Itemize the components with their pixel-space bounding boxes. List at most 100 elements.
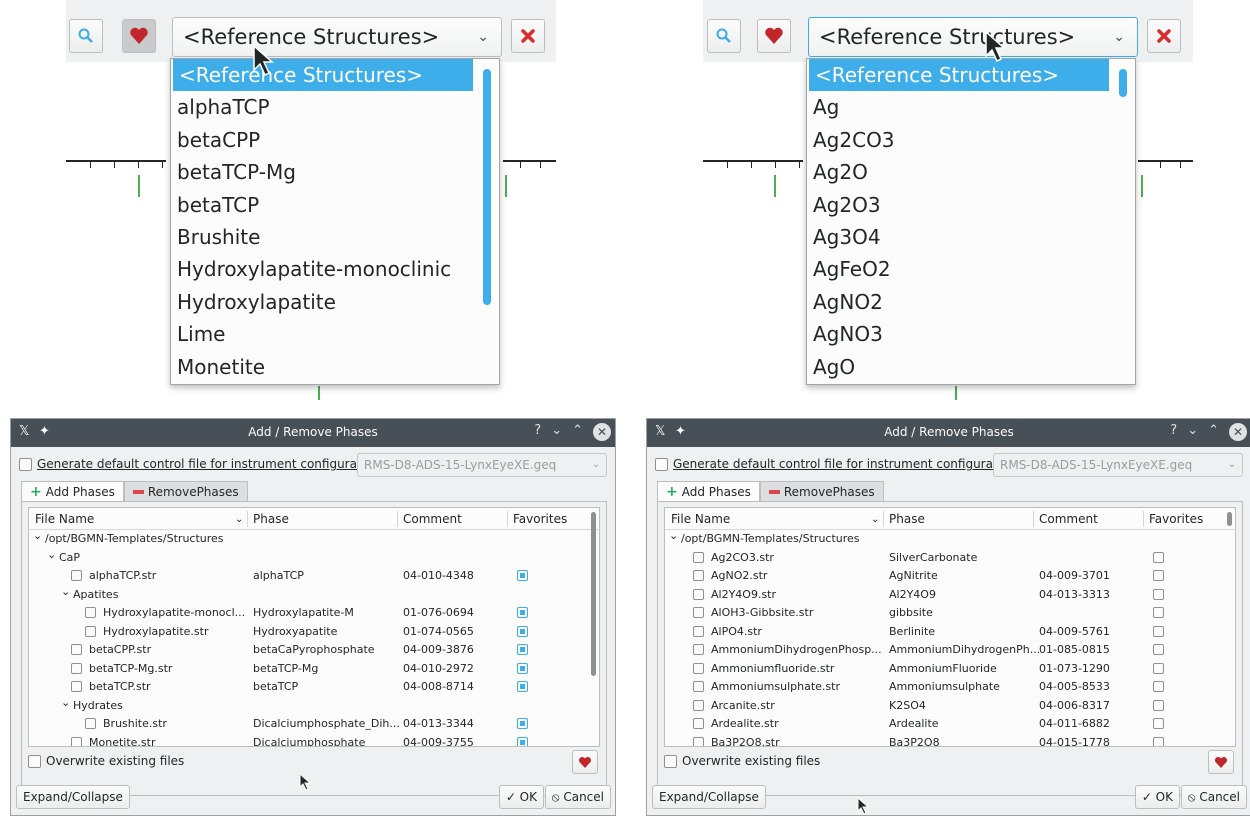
- right-favorites-button[interactable]: [757, 19, 791, 53]
- row-checkbox[interactable]: [71, 644, 82, 655]
- dropdown-item[interactable]: Ag2O: [807, 156, 1135, 188]
- left-favorites-button[interactable]: [122, 19, 156, 53]
- favorite-checkbox[interactable]: [517, 681, 528, 692]
- dropdown-item[interactable]: AgO: [807, 351, 1135, 383]
- table-row[interactable]: betaCPP.str betaCaPyrophosphate 04-009-387…: [29, 641, 599, 660]
- row-checkbox[interactable]: [693, 681, 704, 692]
- tab-remove-phases[interactable]: RemovePhases: [759, 481, 884, 501]
- row-checkbox[interactable]: [71, 736, 82, 746]
- row-checkbox[interactable]: [693, 718, 704, 729]
- overwrite-checkbox[interactable]: [664, 754, 677, 768]
- structures-tree[interactable]: File Name ⌄ Phase Comment Favorites ⌄/op…: [28, 507, 600, 747]
- row-checkbox[interactable]: [693, 551, 704, 563]
- row-checkbox[interactable]: [71, 662, 82, 674]
- row-checkbox[interactable]: [693, 625, 704, 637]
- table-row[interactable]: Arcanite.str K2SO4 04-006-8317: [665, 697, 1235, 716]
- tab-add-phases[interactable]: + Add Phases: [21, 481, 124, 501]
- ok-button[interactable]: ✓ OK: [1134, 785, 1180, 809]
- dropdown-item[interactable]: <Reference Structures>: [173, 59, 473, 92]
- row-checkbox[interactable]: [693, 736, 704, 746]
- favorite-checkbox[interactable]: [1153, 699, 1164, 711]
- table-row[interactable]: Monetite.str Dicalciumphosphate 04-009-375…: [29, 734, 599, 746]
- left-search-button[interactable]: [69, 19, 103, 53]
- table-row[interactable]: Brushite.str Dicalciumphosphate_Dih... 04-…: [29, 715, 599, 734]
- help-button[interactable]: ?: [1170, 423, 1177, 441]
- tab-add-phases[interactable]: + Add Phases: [657, 481, 760, 501]
- favorite-checkbox[interactable]: [1153, 588, 1164, 600]
- dropdown-item[interactable]: betaCPP: [171, 124, 499, 156]
- expand-collapse-button[interactable]: Expand/Collapse: [652, 785, 766, 809]
- favorite-checkbox[interactable]: [1153, 607, 1164, 618]
- expand-chevron-icon[interactable]: ⌄: [33, 527, 42, 546]
- favorite-checkbox[interactable]: [1153, 736, 1164, 746]
- window-close-button[interactable]: ✕: [593, 423, 611, 441]
- favorite-checkbox[interactable]: [1153, 625, 1164, 637]
- dropdown-item[interactable]: Ag: [807, 91, 1135, 123]
- dropdown-item[interactable]: Brushite: [171, 221, 499, 253]
- table-row[interactable]: Ammoniumsulphate.str Ammoniumsulphate 04-0…: [665, 678, 1235, 697]
- table-row[interactable]: Ag2CO3.str SilverCarbonate: [665, 549, 1235, 568]
- col-phase[interactable]: Phase: [889, 512, 925, 526]
- left-clear-button[interactable]: [511, 19, 545, 53]
- row-checkbox[interactable]: [693, 699, 704, 711]
- table-row[interactable]: Ardealite.str Ardealite 04-011-6882: [665, 715, 1235, 734]
- cancel-button[interactable]: ⦸ Cancel: [1180, 785, 1247, 809]
- generate-label[interactable]: Generate default control file for instru…: [673, 457, 1020, 471]
- row-checkbox[interactable]: [693, 662, 704, 674]
- ok-button[interactable]: ✓ OK: [498, 785, 544, 809]
- overwrite-label[interactable]: Overwrite existing files: [682, 754, 820, 768]
- tree-scrollbar[interactable]: [1227, 512, 1232, 526]
- generate-checkbox[interactable]: [19, 457, 32, 471]
- table-row[interactable]: alphaTCP.str alphaTCP 04-010-4348: [29, 567, 599, 586]
- table-row[interactable]: AgNO2.str AgNitrite 04-009-3701: [665, 567, 1235, 586]
- row-checkbox[interactable]: [85, 607, 96, 618]
- tree-folder-row[interactable]: ⌄ Hydrates: [29, 694, 599, 716]
- generate-checkbox[interactable]: [655, 457, 668, 471]
- table-row[interactable]: Ammoniumfluoride.str AmmoniumFluoride 01-0…: [665, 660, 1235, 679]
- dropdown-item[interactable]: Ag2O3: [807, 189, 1135, 221]
- right-search-button[interactable]: [707, 19, 741, 53]
- expand-collapse-button[interactable]: Expand/Collapse: [16, 785, 130, 809]
- dropdown-item[interactable]: Hydroxylapatite-monoclinic: [171, 253, 499, 285]
- favorite-checkbox[interactable]: [517, 662, 528, 674]
- tree-folder-row[interactable]: ⌄ Apatites: [29, 585, 599, 605]
- left-structures-combo[interactable]: <Reference Structures> ⌄: [172, 17, 502, 57]
- right-clear-button[interactable]: [1147, 19, 1181, 53]
- favorite-checkbox[interactable]: [1153, 718, 1164, 729]
- dropdown-scrollbar[interactable]: [483, 69, 491, 305]
- dropdown-item[interactable]: <Reference Structures>: [809, 59, 1109, 92]
- structures-tree[interactable]: File Name ⌄ Phase Comment Favorites ⌄/op…: [664, 507, 1236, 747]
- favorite-button[interactable]: [572, 750, 598, 774]
- expand-chevron-icon[interactable]: ⌄: [61, 694, 70, 713]
- minimize-button[interactable]: ⌄: [1187, 423, 1198, 441]
- col-file-name[interactable]: File Name: [35, 512, 94, 526]
- cancel-button[interactable]: ⦸ Cancel: [544, 785, 611, 809]
- favorite-checkbox[interactable]: [1153, 570, 1164, 581]
- row-checkbox[interactable]: [693, 588, 704, 600]
- favorite-checkbox[interactable]: [1153, 551, 1164, 563]
- dropdown-item[interactable]: AgFeO2: [807, 253, 1135, 285]
- expand-chevron-icon[interactable]: ⌄: [47, 546, 56, 565]
- dropdown-item[interactable]: alphaTCP: [171, 91, 499, 123]
- col-phase[interactable]: Phase: [253, 512, 289, 526]
- table-row[interactable]: AmmoniumDihydrogenPhosp... AmmoniumDihydr…: [665, 641, 1235, 660]
- favorite-checkbox[interactable]: [517, 625, 528, 637]
- col-comment[interactable]: Comment: [403, 512, 462, 526]
- tree-folder-row[interactable]: ⌄/opt/BGMN-Templates/Structures: [29, 527, 599, 549]
- row-checkbox[interactable]: [71, 570, 82, 581]
- table-row[interactable]: AlPO4.str Berlinite 04-009-5761: [665, 623, 1235, 642]
- col-favorites[interactable]: Favorites: [513, 512, 567, 526]
- col-comment[interactable]: Comment: [1039, 512, 1098, 526]
- dropdown-item[interactable]: Lime: [171, 318, 499, 350]
- favorite-checkbox[interactable]: [1153, 644, 1164, 655]
- table-row[interactable]: Hydroxylapatite-monocl... Hydroxylapatite…: [29, 604, 599, 623]
- tree-folder-row[interactable]: ⌄ CaP: [29, 546, 599, 568]
- table-row[interactable]: betaTCP-Mg.str betaTCP-Mg 04-010-2972: [29, 660, 599, 679]
- dropdown-item[interactable]: Ag3O4: [807, 221, 1135, 253]
- col-favorites[interactable]: Favorites: [1149, 512, 1203, 526]
- maximize-button[interactable]: ⌃: [1208, 423, 1219, 441]
- dropdown-item[interactable]: Hydroxylapatite: [171, 286, 499, 318]
- table-row[interactable]: Hydroxylapatite.str Hydroxyapatite 01-074-…: [29, 623, 599, 642]
- dropdown-item[interactable]: Monetite: [171, 351, 499, 383]
- table-row[interactable]: AlOH3-Gibbsite.str gibbsite: [665, 604, 1235, 623]
